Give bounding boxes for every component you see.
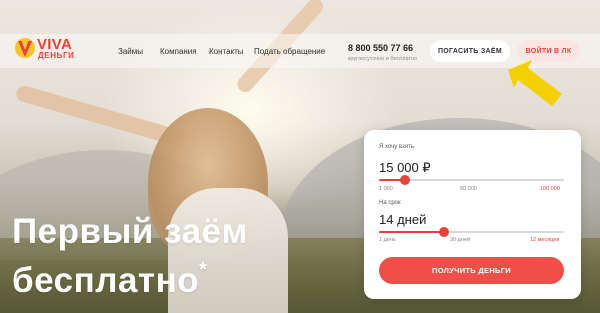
hero-footnote-mark: * — [199, 259, 208, 281]
get-money-button[interactable]: ПОЛУЧИТЬ ДЕНЬГИ — [379, 257, 564, 284]
term-slider-fill — [379, 231, 444, 233]
nav-item-feedback[interactable]: Подать обращение — [254, 47, 325, 56]
amount-slider[interactable] — [379, 175, 564, 185]
brand-logo[interactable]: VIVA ДЕНЬГИ — [14, 32, 86, 64]
term-mid-tick: 30 дней — [450, 237, 471, 243]
nav-item-contacts[interactable]: Контакты — [209, 47, 244, 56]
phone-note: круглосуточно и бесплатно — [348, 56, 417, 62]
nav-item-loans[interactable]: Займы — [118, 47, 143, 56]
term-max-tick: 12 месяцев — [530, 237, 560, 243]
amount-max-tick: 100 000 — [540, 186, 560, 192]
phone-number[interactable]: 8 800 550 77 66 — [348, 43, 413, 53]
nav-item-company[interactable]: Компания — [160, 47, 197, 56]
logo-v-icon — [15, 38, 35, 58]
term-slider-handle[interactable] — [438, 227, 449, 237]
repay-loan-button[interactable]: ПОГАСИТЬ ЗАЁМ — [430, 40, 510, 62]
hero-headline-line2: бесплатно — [12, 261, 200, 300]
hero-headline: Первый заём бесплатно* — [12, 212, 248, 300]
arrow-up-icon — [508, 60, 562, 106]
amount-min-tick: 1 000 — [379, 186, 393, 192]
term-slider[interactable] — [379, 227, 564, 237]
amount-slider-handle[interactable] — [399, 175, 410, 185]
term-min-tick: 1 день — [379, 237, 396, 243]
amount-label: Я хочу взять — [379, 144, 414, 150]
amount-value: 15 000 ₽ — [379, 160, 431, 175]
hero-headline-line1: Первый заём — [12, 212, 248, 251]
term-value: 14 дней — [379, 212, 427, 227]
loan-calculator: Я хочу взять 15 000 ₽ 1 000 50 000 100 0… — [364, 130, 581, 299]
amount-mid-tick: 50 000 — [460, 186, 477, 192]
logo-subtitle: ДЕНЬГИ — [38, 51, 75, 60]
term-label: На срок — [379, 200, 401, 206]
